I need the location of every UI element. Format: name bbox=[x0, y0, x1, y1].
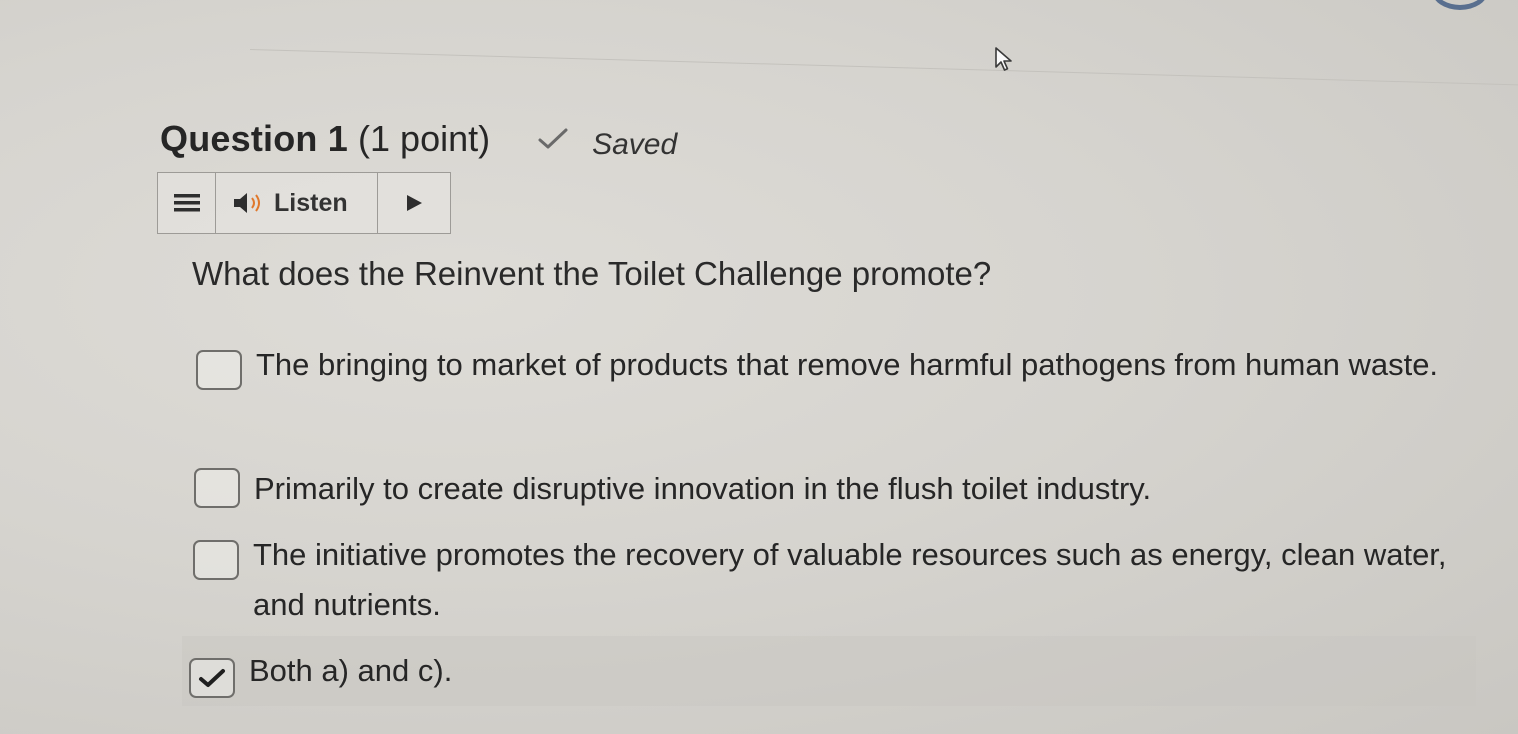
speaker-icon bbox=[234, 193, 260, 213]
question-points: (1 point) bbox=[358, 118, 491, 159]
listen-label: Listen bbox=[274, 188, 348, 217]
answer-option-a[interactable]: The bringing to market of products that … bbox=[196, 340, 1466, 390]
listen-button[interactable]: Listen bbox=[216, 173, 378, 233]
option-b-text: Primarily to create disruptive innovatio… bbox=[254, 471, 1152, 506]
option-d-text: Both a) and c). bbox=[249, 653, 453, 688]
checkmark-icon bbox=[199, 669, 225, 687]
option-a-checkbox[interactable] bbox=[196, 350, 242, 390]
play-button[interactable] bbox=[378, 173, 450, 233]
question-prompt: What does the Reinvent the Toilet Challe… bbox=[192, 255, 992, 292]
listen-menu-button[interactable] bbox=[158, 173, 216, 233]
question-header: Question 1 (1 point) Saved bbox=[160, 116, 677, 162]
hamburger-menu-icon bbox=[173, 194, 200, 212]
top-divider bbox=[250, 0, 1518, 86]
saved-status: Saved bbox=[592, 128, 678, 161]
option-c-checkbox[interactable] bbox=[193, 540, 239, 580]
option-b-checkbox[interactable] bbox=[194, 468, 240, 508]
question-title: Question 1 bbox=[160, 118, 349, 159]
option-d-checkbox[interactable] bbox=[189, 658, 235, 698]
answer-option-d[interactable]: Both a) and c). bbox=[182, 636, 1476, 706]
option-a-text: The bringing to market of products that … bbox=[256, 347, 1439, 382]
corner-ring-icon bbox=[1432, 0, 1488, 10]
play-icon bbox=[407, 195, 422, 211]
answer-option-b[interactable]: Primarily to create disruptive innovatio… bbox=[194, 464, 1464, 514]
answer-option-c[interactable]: The initiative promotes the recovery of … bbox=[193, 530, 1463, 629]
checkmark-icon bbox=[538, 128, 568, 149]
mouse-pointer-icon bbox=[995, 47, 1012, 71]
listen-toolbar: Listen bbox=[157, 172, 451, 234]
option-c-text: The initiative promotes the recovery of … bbox=[253, 537, 1447, 622]
